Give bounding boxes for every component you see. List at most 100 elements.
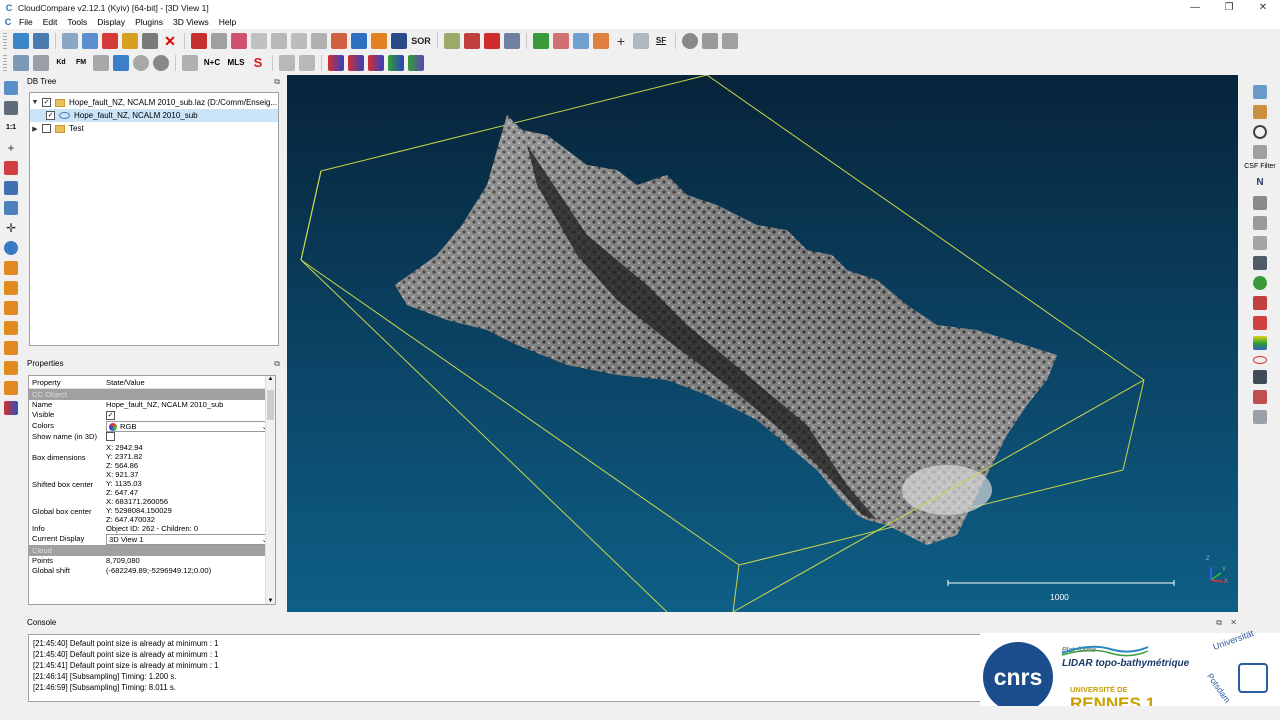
scroll-thumb[interactable] bbox=[267, 390, 274, 420]
translate-rotate-icon[interactable] bbox=[62, 33, 78, 49]
camera-icon[interactable] bbox=[4, 101, 18, 115]
delete-icon[interactable]: ✕ bbox=[162, 33, 178, 49]
restore-button[interactable]: ❐ bbox=[1212, 0, 1246, 15]
merge-icon[interactable] bbox=[122, 33, 138, 49]
cc-icon[interactable] bbox=[331, 33, 347, 49]
raster-icon[interactable] bbox=[702, 33, 718, 49]
open-icon[interactable] bbox=[13, 33, 29, 49]
sf-gradient-icon[interactable] bbox=[553, 33, 569, 49]
facets-icon[interactable]: FM bbox=[73, 55, 89, 71]
save-icon[interactable] bbox=[33, 33, 49, 49]
headphones-icon[interactable] bbox=[1253, 370, 1267, 384]
kd-tree-icon[interactable]: Kd bbox=[53, 55, 69, 71]
ransac-icon[interactable] bbox=[153, 55, 169, 71]
pcv-icon[interactable] bbox=[133, 55, 149, 71]
sf-convert-icon[interactable] bbox=[593, 33, 609, 49]
ellipse-icon[interactable] bbox=[1253, 356, 1267, 364]
view-left-icon[interactable] bbox=[368, 55, 384, 71]
expand-arrow-icon[interactable]: ▶ bbox=[30, 125, 40, 133]
crop-icon[interactable] bbox=[251, 33, 267, 49]
m3c2-icon[interactable] bbox=[113, 55, 129, 71]
visibility-checkbox[interactable]: ✓ bbox=[42, 98, 51, 107]
bottom-view-icon[interactable] bbox=[4, 361, 18, 375]
mdi-app-icon[interactable]: C bbox=[2, 17, 14, 27]
hough-icon[interactable] bbox=[93, 55, 109, 71]
contour-icon[interactable] bbox=[722, 33, 738, 49]
view-top-icon[interactable] bbox=[408, 55, 424, 71]
zoom-one-to-one-icon[interactable]: 1:1 bbox=[4, 121, 18, 135]
align-icon[interactable] bbox=[291, 33, 307, 49]
normals-curvature-icon[interactable]: N+C bbox=[202, 55, 222, 71]
global-zoom-icon[interactable] bbox=[4, 81, 18, 95]
fill-icon[interactable] bbox=[371, 33, 387, 49]
disable-icon[interactable] bbox=[682, 33, 698, 49]
display-icon[interactable] bbox=[1253, 85, 1267, 99]
bug-icon[interactable] bbox=[1253, 390, 1267, 404]
undock-icon[interactable]: ⧉ bbox=[1216, 616, 1222, 630]
list-icon[interactable] bbox=[82, 33, 98, 49]
mls-icon[interactable]: MLS bbox=[226, 55, 246, 71]
right-view-icon[interactable] bbox=[4, 341, 18, 355]
db-tree[interactable]: ▼ ✓ Hope_fault_NZ, NCALM 2010_sub.laz (D… bbox=[29, 92, 279, 346]
csf-filter-label[interactable]: CSF Filter bbox=[1240, 163, 1280, 170]
tree-item-cloud[interactable]: ✓ Hope_fault_NZ, NCALM 2010_sub bbox=[30, 109, 278, 122]
compute-icon[interactable] bbox=[444, 33, 460, 49]
visibility-checkbox[interactable] bbox=[42, 124, 51, 133]
shield-small-icon[interactable] bbox=[1253, 236, 1267, 250]
pivot-icon[interactable]: + bbox=[4, 141, 18, 155]
viewer-perspective-icon[interactable] bbox=[4, 181, 18, 195]
menu-edit[interactable]: Edit bbox=[38, 17, 63, 27]
collapse-arrow-icon[interactable]: ▼ bbox=[30, 99, 40, 106]
close-button[interactable]: ✕ bbox=[1246, 0, 1280, 15]
view-back-icon[interactable] bbox=[348, 55, 364, 71]
globe-icon[interactable] bbox=[1253, 276, 1267, 290]
perspective-icon[interactable] bbox=[4, 161, 18, 175]
canupo-icon[interactable] bbox=[33, 55, 49, 71]
clipping-box-icon[interactable] bbox=[484, 33, 500, 49]
close-icon[interactable]: ✕ bbox=[1230, 616, 1237, 630]
sample-icon[interactable] bbox=[231, 33, 247, 49]
toolbar-grip[interactable] bbox=[3, 55, 7, 71]
name-value[interactable]: Hope_fault_NZ, NCALM 2010_sub bbox=[106, 400, 275, 409]
properties-scrollbar[interactable]: ▲ ▼ bbox=[265, 376, 275, 604]
sf-icon[interactable]: SF bbox=[653, 33, 669, 49]
shield-gray-icon[interactable] bbox=[1253, 145, 1267, 159]
scroll-down-icon[interactable]: ▼ bbox=[266, 598, 275, 604]
menu-3d-views[interactable]: 3D Views bbox=[168, 17, 214, 27]
iso1-view-icon[interactable] bbox=[4, 381, 18, 395]
toolbar-grip[interactable] bbox=[3, 33, 7, 49]
stamp-icon[interactable] bbox=[1253, 196, 1267, 210]
visibility-checkbox[interactable]: ✓ bbox=[46, 111, 55, 120]
sor-filter-icon[interactable]: SOR bbox=[411, 33, 431, 49]
object-centered-icon[interactable] bbox=[4, 201, 18, 215]
view-right-icon[interactable] bbox=[388, 55, 404, 71]
tree-item-laz-file[interactable]: ▼ ✓ Hope_fault_NZ, NCALM 2010_sub.laz (D… bbox=[30, 96, 278, 109]
top-view-icon[interactable] bbox=[4, 261, 18, 275]
scale-icon[interactable] bbox=[311, 33, 327, 49]
menu-tools[interactable]: Tools bbox=[62, 17, 92, 27]
current-display-dropdown[interactable]: 3D View 1 ⌄ bbox=[106, 534, 269, 545]
distance-icon[interactable] bbox=[351, 33, 367, 49]
histogram-icon[interactable] bbox=[533, 33, 549, 49]
pick-point-icon[interactable] bbox=[102, 33, 118, 49]
sub-icon[interactable] bbox=[299, 55, 315, 71]
3d-view[interactable]: Z Y X 1000 bbox=[287, 75, 1238, 612]
visible-checkbox[interactable]: ✓ bbox=[106, 411, 115, 420]
normals-n-icon[interactable]: N bbox=[1253, 176, 1267, 190]
menu-file[interactable]: File bbox=[14, 17, 38, 27]
classify-icon[interactable] bbox=[1253, 316, 1267, 330]
srs-icon[interactable] bbox=[279, 55, 295, 71]
add-sf-icon[interactable]: + bbox=[613, 33, 629, 49]
ransac-shapes-icon[interactable] bbox=[1253, 296, 1267, 310]
left-view-icon[interactable] bbox=[4, 301, 18, 315]
box-icon[interactable] bbox=[1253, 216, 1267, 230]
color-ramp-icon[interactable] bbox=[4, 401, 18, 415]
sf-filter-icon[interactable] bbox=[573, 33, 589, 49]
colors-dropdown[interactable]: RGB ⌄ bbox=[106, 420, 269, 432]
sf-arithmetic-icon[interactable] bbox=[633, 33, 649, 49]
menu-help[interactable]: Help bbox=[214, 17, 241, 27]
move-icon[interactable]: ✛ bbox=[4, 221, 18, 235]
measure-icon[interactable] bbox=[1253, 105, 1267, 119]
poisson-icon[interactable]: S bbox=[250, 55, 266, 71]
zoom-icon[interactable] bbox=[4, 241, 18, 255]
